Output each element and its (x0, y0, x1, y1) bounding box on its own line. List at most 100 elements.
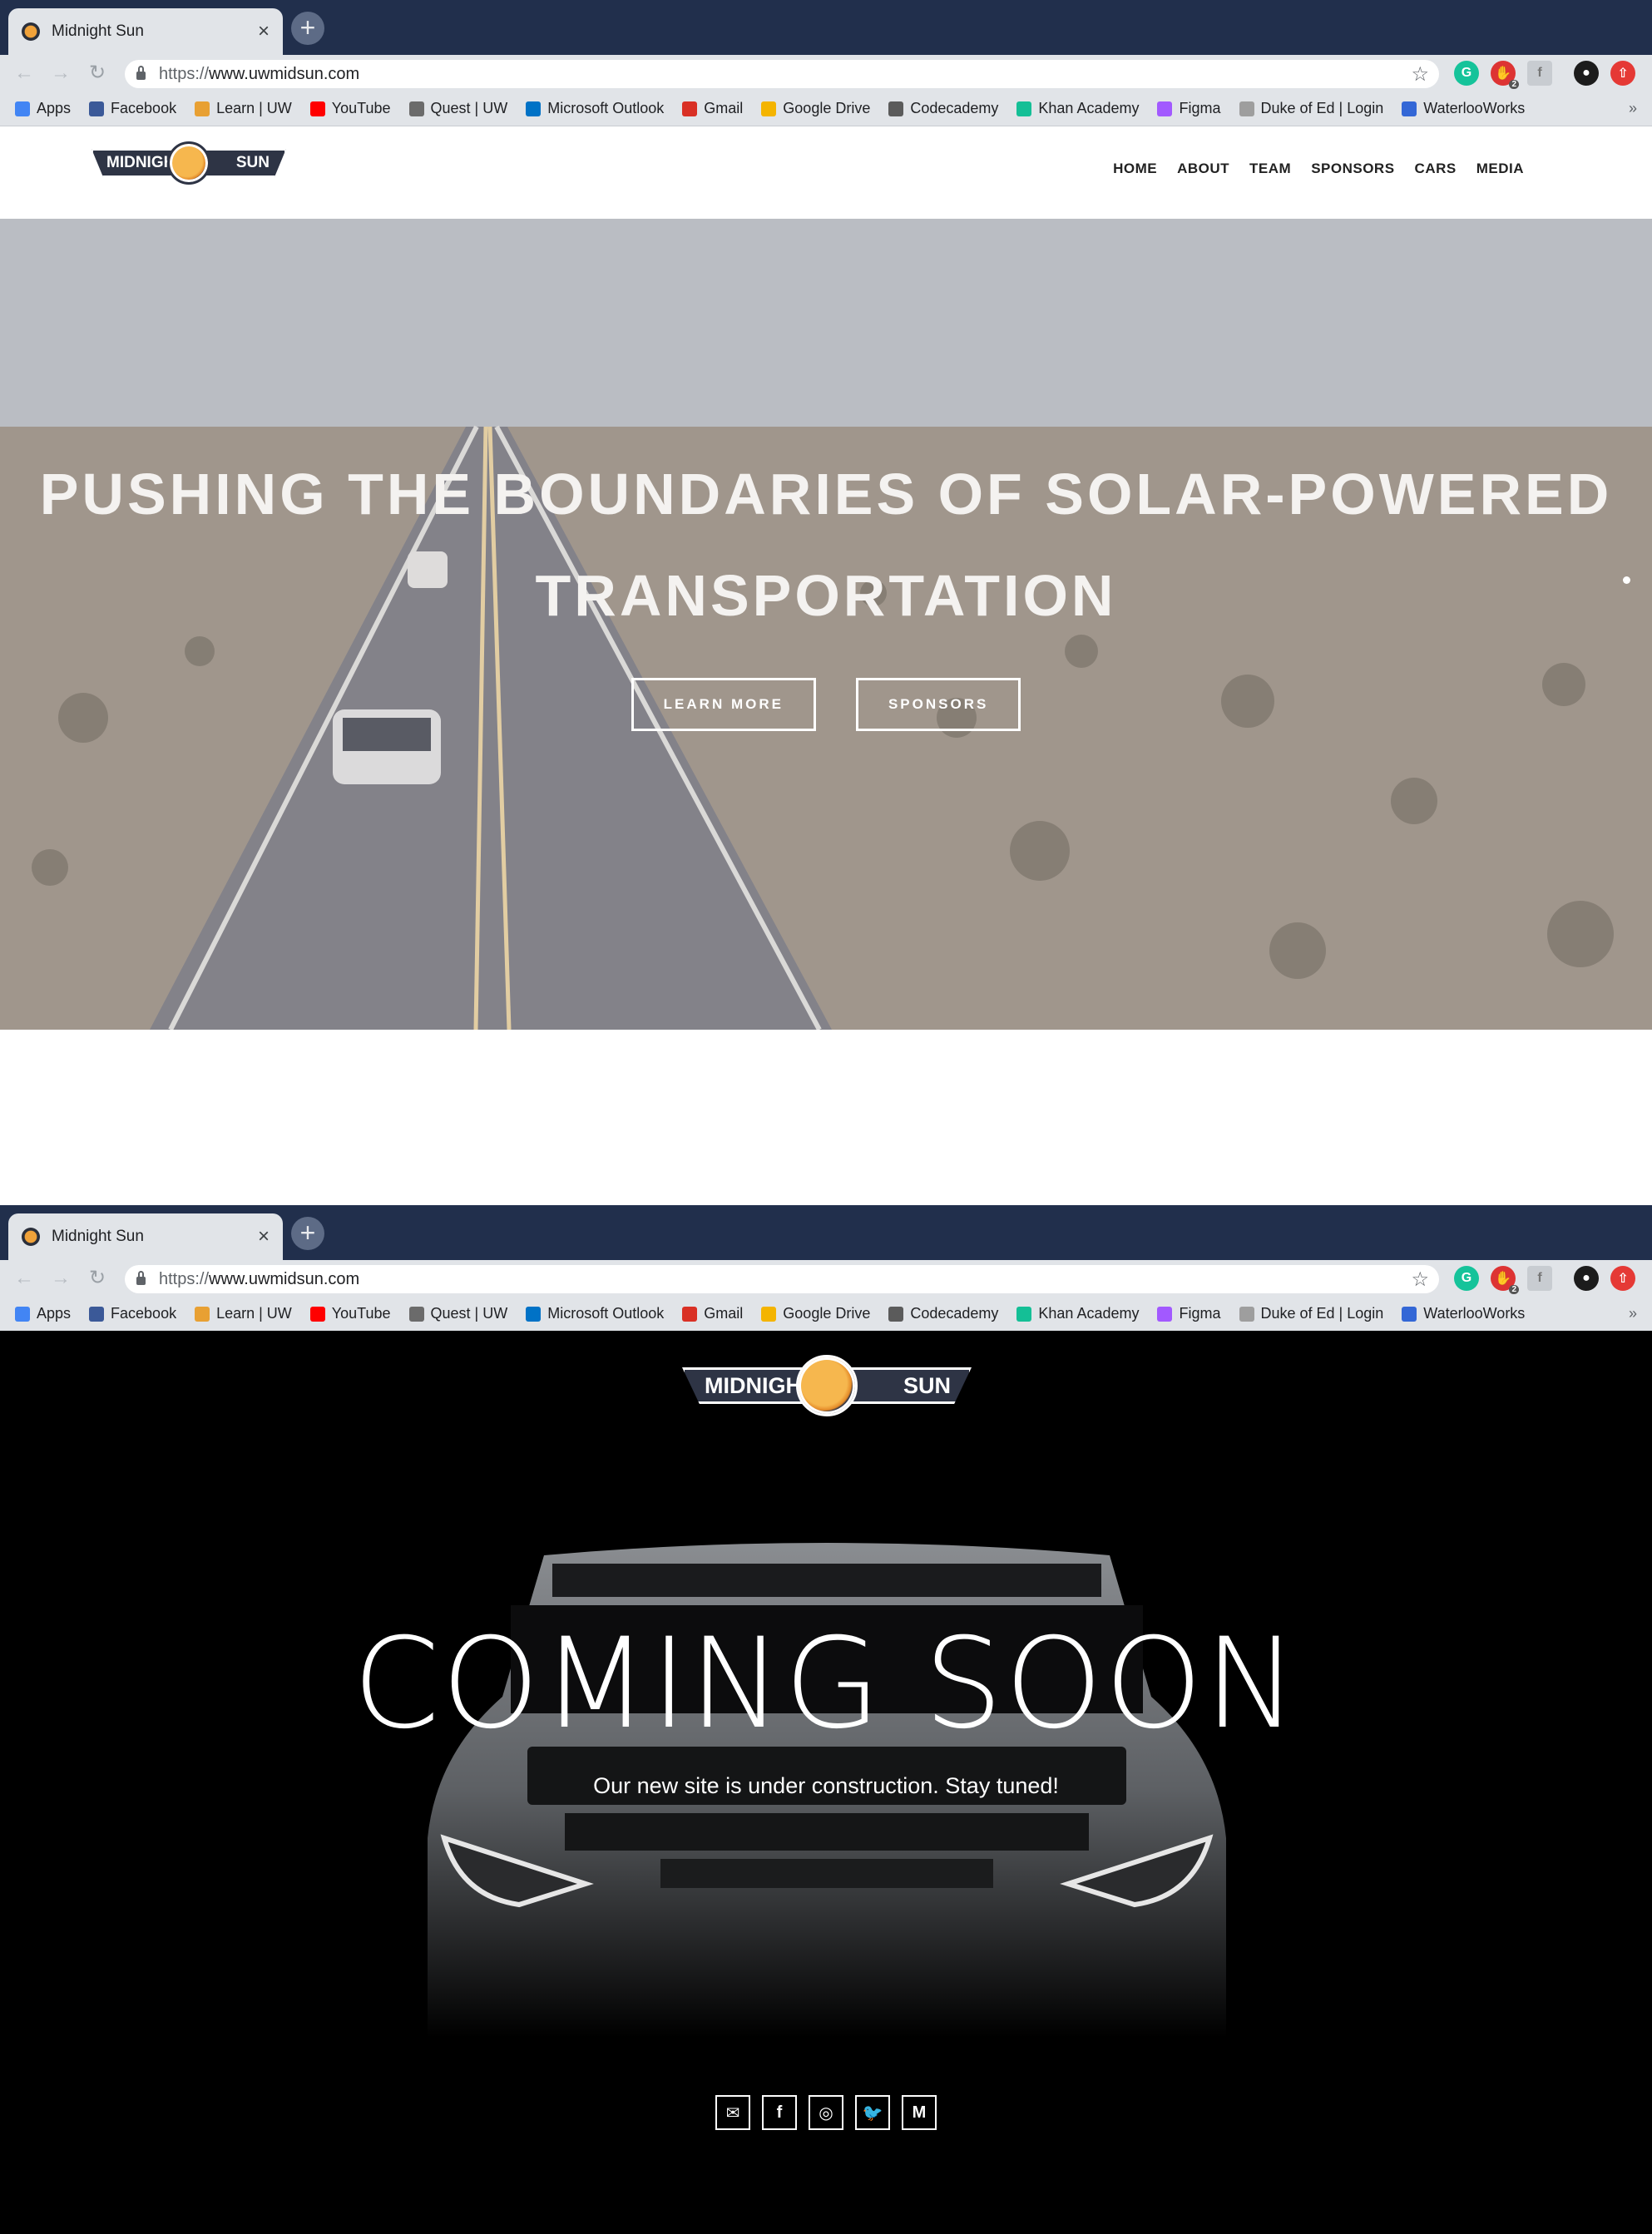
waterlooworks-icon (1402, 101, 1417, 116)
bookmark-facebook[interactable]: Facebook (89, 1305, 176, 1322)
quest-icon (408, 101, 424, 116)
nav-cars[interactable]: CARS (1415, 161, 1457, 177)
bookmark-quest[interactable]: Quest | UW (408, 100, 507, 117)
coming-soon-page: MIDNIGHT SUN COMING SOON Our new site is… (0, 1331, 1652, 2234)
bookmark-learn-uw[interactable]: Learn | UW (195, 100, 292, 117)
grammarly-extension-icon[interactable]: G (1454, 61, 1479, 86)
lock-icon[interactable] (136, 66, 146, 80)
bookmark-star-icon[interactable]: ☆ (1411, 1268, 1429, 1292)
bookmark-waterlooworks[interactable]: WaterlooWorks (1402, 100, 1525, 117)
back-arrow-icon[interactable]: ← (12, 1266, 37, 1291)
duke-of-ed-icon (1239, 1306, 1254, 1322)
instagram-icon[interactable]: ◎ (809, 2095, 843, 2130)
bookmark-khan-academy[interactable]: Khan Academy (1016, 100, 1139, 117)
bookmark-quest[interactable]: Quest | UW (408, 1305, 508, 1322)
lock-icon[interactable] (136, 1271, 146, 1285)
bookmark-label: Duke of Ed | Login (1260, 1305, 1384, 1322)
update-arrow-icon[interactable]: ⇧ (1610, 1266, 1635, 1291)
nav-home[interactable]: HOME (1113, 161, 1157, 177)
nav-about[interactable]: ABOUT (1177, 161, 1229, 177)
bookmark-google-drive[interactable]: Google Drive (761, 1305, 870, 1322)
youtube-icon (309, 1306, 325, 1322)
bookmark-figma[interactable]: Figma (1157, 100, 1221, 117)
extensions-area: G ✋ 2 f ● ⇧ (1454, 61, 1635, 89)
facebook-icon[interactable]: f (762, 2095, 797, 2130)
nav-media[interactable]: MEDIA (1476, 161, 1524, 177)
grammarly-extension-icon[interactable]: G (1454, 1266, 1479, 1291)
address-bar[interactable]: https://www.uwmidsun.com ☆ (125, 60, 1439, 88)
medium-icon[interactable]: M (902, 2095, 937, 2130)
bookmark-label: Google Drive (783, 100, 871, 116)
slide-indicator-dot[interactable] (1623, 576, 1630, 584)
email-icon[interactable]: ✉ (715, 2095, 750, 2130)
forward-arrow-icon[interactable]: → (48, 61, 73, 86)
adblock-extension-icon[interactable]: ✋ 2 (1491, 1266, 1519, 1294)
coming-soon-title: COMING SOON (352, 1612, 1300, 1757)
bookmark-outlook[interactable]: Microsoft Outlook (526, 100, 664, 117)
bookmark-codecademy[interactable]: Codecademy (888, 100, 998, 117)
youtube-icon (309, 101, 325, 116)
bookmark-learn-uw[interactable]: Learn | UW (195, 1305, 292, 1322)
address-bar[interactable]: https://www.uwmidsun.com ☆ (125, 1265, 1439, 1293)
khan-academy-icon (1016, 1306, 1032, 1322)
bookmark-google-drive[interactable]: Google Drive (761, 100, 870, 117)
facebook-extension-icon[interactable]: f (1527, 61, 1552, 86)
adblock-count-badge: 2 (1509, 1285, 1519, 1294)
profile-avatar-icon[interactable]: ● (1574, 61, 1599, 86)
bookmarks-bar: Apps Facebook Learn | UW YouTube Quest | UW M… (0, 1297, 1652, 1332)
bookmarks-overflow-icon[interactable]: » (1629, 1305, 1637, 1322)
bookmark-facebook[interactable]: Facebook (89, 100, 176, 117)
close-tab-icon[interactable]: × (258, 22, 270, 42)
nav-sponsors[interactable]: SPONSORS (1311, 161, 1394, 177)
learn-more-button[interactable]: LEARN MORE (631, 678, 816, 731)
bookmark-outlook[interactable]: Microsoft Outlook (526, 1305, 664, 1322)
sponsors-button[interactable]: SPONSORS (855, 678, 1021, 731)
bookmark-codecademy[interactable]: Codecademy (888, 1305, 998, 1322)
bookmark-duke-of-ed[interactable]: Duke of Ed | Login (1239, 1305, 1384, 1322)
close-tab-icon[interactable]: × (258, 1227, 270, 1247)
midnight-sun-logo[interactable]: MIDNIGHT SUN (92, 141, 286, 185)
update-arrow-icon[interactable]: ⇧ (1610, 61, 1635, 86)
reload-icon[interactable]: ↻ (85, 61, 110, 86)
url-text[interactable]: https://www.uwmidsun.com (159, 1270, 1411, 1289)
browser-tab[interactable]: Midnight Sun × (8, 1213, 283, 1260)
sun-logo-icon (796, 1355, 858, 1416)
bookmark-youtube[interactable]: YouTube (309, 100, 391, 117)
bookmark-gmail[interactable]: Gmail (682, 1305, 743, 1322)
new-tab-button[interactable]: + (291, 1217, 324, 1250)
bookmark-waterlooworks[interactable]: WaterlooWorks (1402, 1305, 1525, 1322)
adblock-extension-icon[interactable]: ✋ 2 (1491, 61, 1519, 89)
browser-tab[interactable]: Midnight Sun × (8, 8, 283, 55)
back-arrow-icon[interactable]: ← (12, 61, 37, 86)
url-text[interactable]: https://www.uwmidsun.com (159, 65, 1411, 84)
midnight-sun-favicon-icon (22, 1228, 40, 1246)
twitter-icon[interactable]: 🐦 (855, 2095, 890, 2130)
reload-icon[interactable]: ↻ (85, 1266, 110, 1291)
bookmark-apps-grid[interactable]: Apps (15, 100, 71, 117)
khan-academy-icon (1016, 101, 1032, 116)
new-tab-button[interactable]: + (291, 12, 324, 45)
midnight-sun-logo[interactable]: MIDNIGHT SUN (682, 1355, 972, 1416)
facebook-icon (89, 101, 105, 116)
facebook-extension-icon[interactable]: f (1527, 1266, 1552, 1291)
outlook-icon (526, 1306, 542, 1322)
bookmark-duke-of-ed[interactable]: Duke of Ed | Login (1239, 100, 1383, 117)
bookmarks-overflow-icon[interactable]: » (1629, 100, 1637, 117)
bookmark-figma[interactable]: Figma (1157, 1305, 1221, 1322)
bookmark-label: Quest | UW (430, 1305, 508, 1322)
bookmark-apps-grid[interactable]: Apps (15, 1305, 71, 1322)
bookmark-gmail[interactable]: Gmail (682, 100, 743, 117)
bookmark-label: Learn | UW (216, 1305, 292, 1322)
browser-window-top: Midnight Sun × + ← → ↻ https://www.uwmid… (0, 0, 1652, 126)
bookmark-star-icon[interactable]: ☆ (1411, 62, 1429, 86)
tab-title: Midnight Sun (52, 1228, 144, 1245)
bookmark-khan-academy[interactable]: Khan Academy (1016, 1305, 1139, 1322)
forward-arrow-icon[interactable]: → (48, 1266, 73, 1291)
bookmark-label: Apps (37, 1305, 72, 1322)
bookmark-youtube[interactable]: YouTube (309, 1305, 391, 1322)
nav-team[interactable]: TEAM (1249, 161, 1291, 177)
profile-avatar-icon[interactable]: ● (1574, 1266, 1599, 1291)
bookmark-label: YouTube (331, 1305, 391, 1322)
bookmark-label: Google Drive (783, 1305, 871, 1322)
tab-title: Midnight Sun (52, 22, 144, 40)
